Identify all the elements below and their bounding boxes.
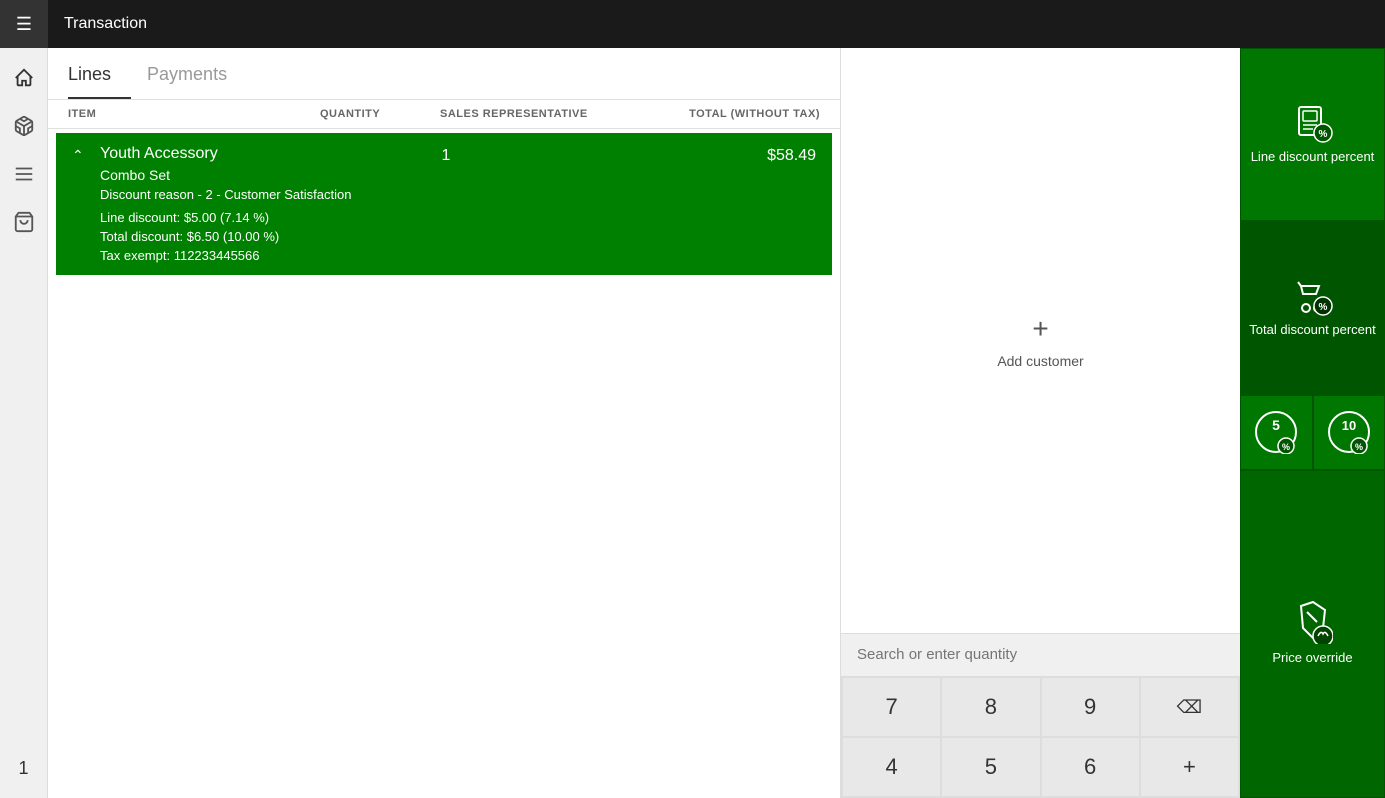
row-tax-exempt: Tax exempt: 112233445566 xyxy=(100,248,396,263)
price-override-label: Price override xyxy=(1272,650,1352,667)
sidebar-products[interactable] xyxy=(2,104,46,148)
svg-text:5: 5 xyxy=(1272,417,1280,433)
add-customer-label: Add customer xyxy=(997,353,1083,369)
sidebar-bag[interactable] xyxy=(2,200,46,244)
col-rep: SALES REPRESENTATIVE xyxy=(440,108,640,120)
numpad-6[interactable]: 6 xyxy=(1042,738,1139,796)
numpad-plus[interactable]: + xyxy=(1141,738,1238,796)
row-quantity: 1 xyxy=(396,145,496,165)
col-qty: QUANTITY xyxy=(320,108,440,120)
svg-text:10: 10 xyxy=(1342,418,1356,433)
svg-text:%: % xyxy=(1318,302,1327,313)
row-chevron-icon: ⌃ xyxy=(72,145,100,164)
page-title: Transaction xyxy=(48,15,147,33)
search-area xyxy=(841,633,1240,676)
col-item: ITEM xyxy=(68,108,320,120)
total-discount-icon: % xyxy=(1293,276,1333,316)
left-sidebar: 1 xyxy=(0,48,48,798)
line-discount-label: Line discount percent xyxy=(1251,149,1375,166)
numpad-4[interactable]: 4 xyxy=(843,738,940,796)
customer-area[interactable]: + Add customer xyxy=(841,48,1240,633)
quick-discount-row: 5 % 10 % xyxy=(1240,395,1385,470)
line-discount-icon: % xyxy=(1293,103,1333,143)
col-total: TOTAL (WITHOUT TAX) xyxy=(640,108,820,120)
lines-area: ⌃ Youth Accessory Combo Set Discount rea… xyxy=(48,129,840,798)
row-line-discount: Line discount: $5.00 (7.14 %) xyxy=(100,210,396,225)
hamburger-icon: ☰ xyxy=(16,15,32,33)
numpad-8[interactable]: 8 xyxy=(942,678,1039,736)
tab-payments[interactable]: Payments xyxy=(147,48,247,99)
row-price: $58.49 xyxy=(656,145,816,165)
numpad-9[interactable]: 9 xyxy=(1042,678,1139,736)
sidebar-home[interactable] xyxy=(2,56,46,100)
quick-10-percent-button[interactable]: 10 % xyxy=(1313,395,1385,470)
row-discount-reason: Discount reason - 2 - Customer Satisfact… xyxy=(100,187,396,202)
total-discount-label: Total discount percent xyxy=(1249,322,1375,339)
search-input[interactable] xyxy=(857,646,1224,663)
quick-5-percent-button[interactable]: 5 % xyxy=(1240,395,1313,470)
numpad-7[interactable]: 7 xyxy=(843,678,940,736)
sidebar-menu[interactable] xyxy=(2,152,46,196)
tab-lines[interactable]: Lines xyxy=(68,48,131,99)
action-panel: % Line discount percent % Total discount… xyxy=(1240,48,1385,798)
table-row[interactable]: ⌃ Youth Accessory Combo Set Discount rea… xyxy=(56,133,832,275)
row-total-discount: Total discount: $6.50 (10.00 %) xyxy=(100,229,396,244)
numpad: 7 8 9 ⌫ 4 5 6 + xyxy=(841,676,1240,798)
row-details: Youth Accessory Combo Set Discount reaso… xyxy=(100,145,396,263)
tabs-bar: Lines Payments xyxy=(48,48,840,100)
row-item-subname: Combo Set xyxy=(100,167,396,183)
line-discount-percent-button[interactable]: % Line discount percent xyxy=(1240,48,1385,221)
table-header: ITEM QUANTITY SALES REPRESENTATIVE TOTAL… xyxy=(48,100,840,129)
numpad-backspace[interactable]: ⌫ xyxy=(1141,678,1238,736)
svg-text:%: % xyxy=(1318,129,1327,140)
svg-text:%: % xyxy=(1355,442,1363,452)
price-override-icon xyxy=(1293,600,1333,644)
right-panel: + Add customer 7 8 9 ⌫ 4 5 6 + xyxy=(840,48,1240,798)
add-customer-icon: + xyxy=(1032,313,1048,345)
sidebar-count: 1 xyxy=(2,746,46,790)
svg-text:%: % xyxy=(1282,442,1290,452)
numpad-5[interactable]: 5 xyxy=(942,738,1039,796)
row-item-name: Youth Accessory xyxy=(100,145,396,163)
total-discount-percent-button[interactable]: % Total discount percent xyxy=(1240,221,1385,394)
hamburger-button[interactable]: ☰ xyxy=(0,0,48,48)
price-override-button[interactable]: Price override xyxy=(1240,470,1385,798)
content-area: Lines Payments ITEM QUANTITY SALES REPRE… xyxy=(48,48,840,798)
